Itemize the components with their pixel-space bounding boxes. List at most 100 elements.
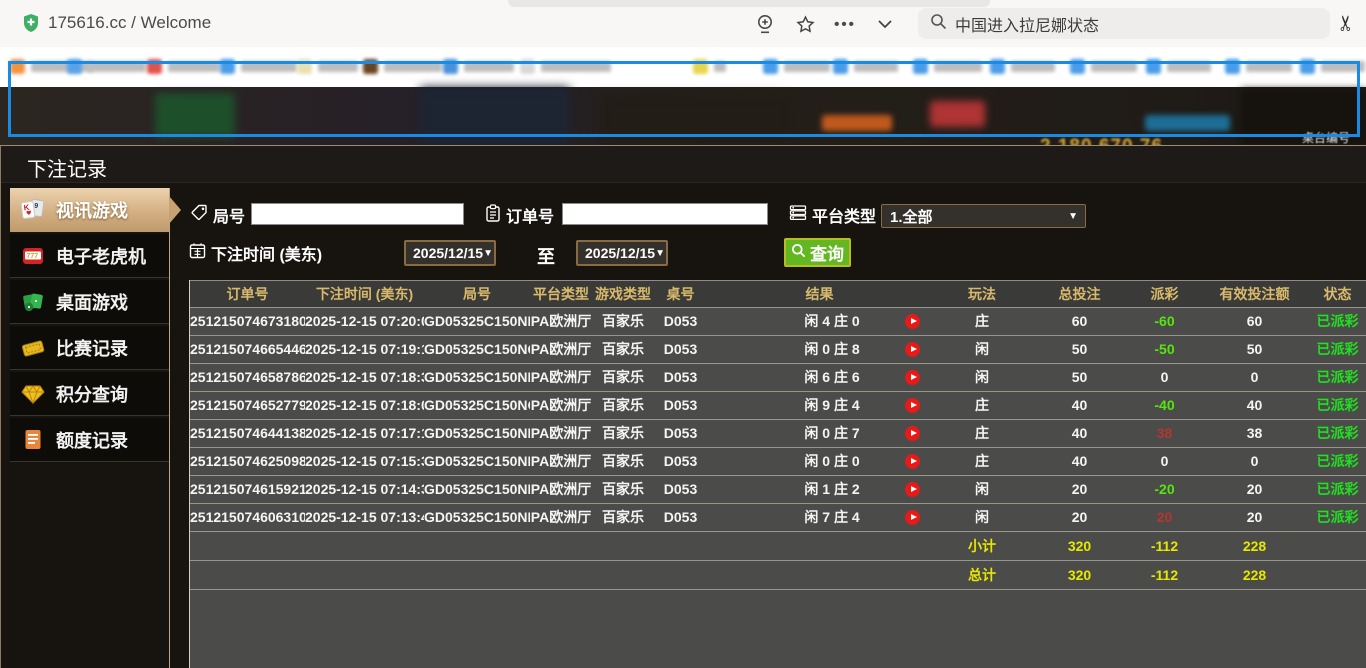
round-number-cell: GD05325C150NO	[424, 392, 530, 419]
total-bet-cell: 40	[1032, 448, 1127, 475]
column-header: 有效投注额	[1202, 281, 1307, 307]
valid-bet-cell: 50	[1202, 336, 1307, 363]
result-text: 闲 0 庄 0	[762, 448, 902, 475]
order-number-cell: 251215074658786	[190, 364, 305, 391]
document-icon	[20, 428, 46, 452]
order-number-cell: 251215074606310	[190, 504, 305, 531]
game-type-cell: 百家乐	[592, 364, 654, 391]
game-type-cell: 百家乐	[592, 448, 654, 475]
result-cell: 闲 1 庄 2	[707, 476, 932, 503]
sidebar-item-gem[interactable]: 积分查询	[10, 372, 169, 416]
table-row: 2512150746654462025-12-15 07:19:16GD0532…	[190, 335, 1366, 363]
result-cell: 闲 9 庄 4	[707, 392, 932, 419]
zoom-page-icon[interactable]	[753, 12, 777, 36]
valid-bet-cell: 20	[1202, 504, 1307, 531]
sidebar-item-document[interactable]: 额度记录	[10, 418, 169, 462]
round-number-cell: GD05325C150NM	[424, 448, 530, 475]
payout-cell: -60	[1127, 308, 1202, 335]
round-number-cell: GD05325C150NK	[424, 504, 530, 531]
table-row: 2512150746527792025-12-15 07:18:03GD0532…	[190, 391, 1366, 419]
sidebar-item-table-games[interactable]: 桌面游戏	[10, 280, 169, 324]
table-number-cell: D053	[654, 392, 707, 419]
empty-cell	[654, 561, 707, 589]
status-cell: 已派彩	[1307, 420, 1366, 447]
play-video-button[interactable]	[905, 454, 920, 469]
play-video-button[interactable]	[905, 510, 920, 525]
bet-time-cell: 2025-12-15 07:14:39	[305, 476, 424, 503]
total-bet-cell: 20	[1032, 504, 1127, 531]
dropdown-arrow-icon	[1068, 211, 1078, 222]
play-video-button[interactable]	[905, 426, 920, 441]
empty-cell	[1307, 532, 1366, 560]
play-video-button[interactable]	[905, 370, 920, 385]
result-cell: 闲 6 庄 6	[707, 364, 932, 391]
platform-cell: PA欧洲厅	[530, 392, 592, 419]
address-text[interactable]: 175616.cc / Welcome	[48, 13, 211, 33]
browser-search-box[interactable]: 中国进入拉尼娜状态	[918, 8, 1330, 39]
total-bet-cell: 40	[1032, 420, 1127, 447]
empty-cell	[424, 561, 530, 589]
sidebar-item-slot-machine[interactable]: 777电子老虎机	[10, 234, 169, 278]
search-query-text: 中国进入拉尼娜状态	[955, 12, 1099, 36]
scissors-icon[interactable]: ✂	[1334, 11, 1358, 35]
grand-total-valid-bet: 228	[1202, 561, 1307, 589]
slot-machine-icon: 777	[20, 244, 46, 268]
sidebar-item-ticket[interactable]: 比赛记录	[10, 326, 169, 370]
play-video-button[interactable]	[905, 342, 920, 357]
play-video-button[interactable]	[905, 314, 920, 329]
game-type-cell: 百家乐	[592, 392, 654, 419]
status-cell: 已派彩	[1307, 308, 1366, 335]
tag-icon	[191, 204, 208, 226]
column-header: 玩法	[932, 281, 1032, 307]
valid-bet-cell: 20	[1202, 476, 1307, 503]
total-bet-cell: 40	[1032, 392, 1127, 419]
empty-cell	[707, 532, 932, 560]
chevron-down-icon[interactable]	[873, 12, 897, 36]
result-cell: 闲 7 庄 4	[707, 504, 932, 531]
payout-cell: 20	[1127, 504, 1202, 531]
bet-time-cell: 2025-12-15 07:17:13	[305, 420, 424, 447]
order-number-input[interactable]	[562, 203, 768, 225]
status-cell: 已派彩	[1307, 504, 1366, 531]
sidebar-item-label: 视讯游戏	[56, 197, 128, 223]
platform-cell: PA欧洲厅	[530, 476, 592, 503]
play-video-button[interactable]	[905, 398, 920, 413]
bookmark-star-icon[interactable]	[793, 12, 817, 36]
table-number-cell: D053	[654, 504, 707, 531]
game-type-cell: 百家乐	[592, 476, 654, 503]
round-number-input[interactable]	[251, 203, 464, 225]
grand-total-total-bet: 320	[1032, 561, 1127, 589]
panel-titlebar: 下注记录	[1, 146, 1366, 183]
bet-records-panel: 下注记录 9K视讯游戏777电子老虎机桌面游戏比赛记录积分查询额度记录 局号 订…	[0, 145, 1366, 668]
result-text: 闲 9 庄 4	[762, 392, 902, 419]
order-number-cell: 251215074625098	[190, 448, 305, 475]
play-video-button[interactable]	[905, 482, 920, 497]
column-header: 桌号	[654, 281, 707, 307]
result-text: 闲 4 庄 0	[762, 308, 902, 335]
date-to-separator: 至	[537, 243, 555, 269]
table-number-cell: D053	[654, 476, 707, 503]
sidebar-item-label: 比赛记录	[56, 335, 128, 361]
platform-cell: PA欧洲厅	[530, 336, 592, 363]
query-button[interactable]: 查询	[784, 238, 851, 267]
sidebar-item-cards[interactable]: 9K视讯游戏	[10, 188, 169, 232]
status-cell: 已派彩	[1307, 448, 1366, 475]
total-bet-cell: 50	[1032, 364, 1127, 391]
column-header: 平台类型	[530, 281, 592, 307]
table-number-cell: D053	[654, 336, 707, 363]
bet-time-cell: 2025-12-15 07:20:00	[305, 308, 424, 335]
table-row: 2512150746063102025-12-15 07:13:48GD0532…	[190, 503, 1366, 531]
empty-cell	[530, 561, 592, 589]
column-header: 局号	[424, 281, 530, 307]
empty-cell	[654, 532, 707, 560]
more-options-icon[interactable]: •••	[833, 12, 857, 36]
status-cell: 已派彩	[1307, 392, 1366, 419]
platform-type-select[interactable]: 1.全部	[881, 204, 1086, 228]
table-number-cell: D053	[654, 448, 707, 475]
result-text: 闲 7 庄 4	[762, 504, 902, 531]
payout-cell: 0	[1127, 364, 1202, 391]
date-from-select[interactable]: 2025/12/15	[404, 240, 496, 266]
subtotal-payout: -112	[1127, 532, 1202, 560]
round-filter-label: 局号	[191, 203, 245, 227]
date-to-select[interactable]: 2025/12/15	[576, 240, 668, 266]
